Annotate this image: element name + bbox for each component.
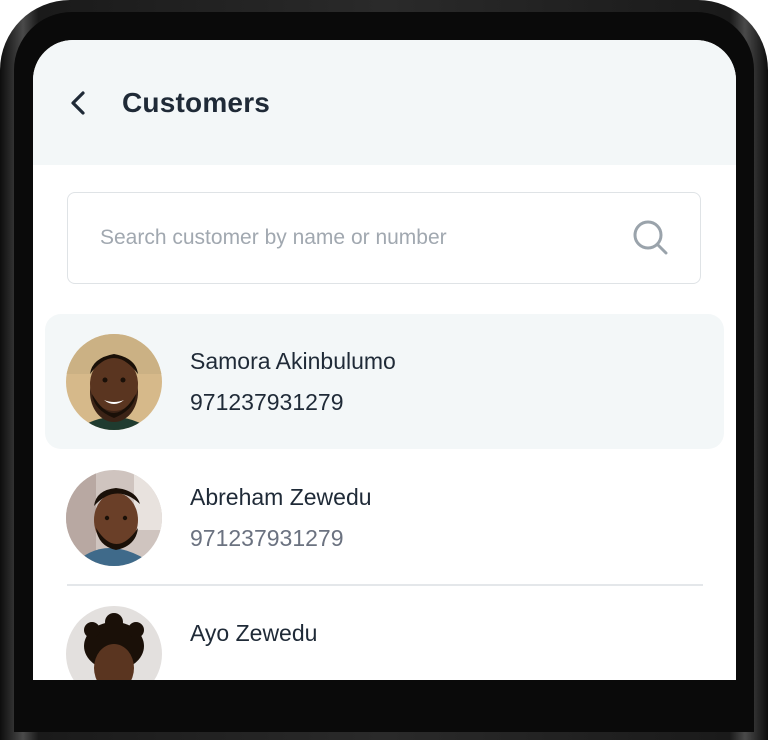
customer-row[interactable]: Samora Akinbulumo 971237931279 [45,314,724,449]
customer-phone: 971237931279 [190,389,344,415]
chevron-left-icon [71,91,85,115]
customer-row[interactable]: Ayo Zewedu [45,586,724,680]
customer-name: Abreham Zewedu [190,484,372,510]
app-screen: Customers Search customer by name or num… [33,40,736,680]
search-bar [67,192,701,284]
app-header: Customers [33,40,736,165]
customer-name: Ayo Zewedu [190,620,318,646]
avatar [66,606,162,680]
customer-name: Samora Akinbulumo [190,348,396,374]
avatar [66,334,162,430]
back-button[interactable] [61,86,95,120]
search-icon[interactable] [632,219,670,257]
page-title: Customers [122,87,271,118]
customer-row[interactable]: Abreham Zewedu 971237931279 [45,450,724,585]
customer-phone: 971237931279 [190,525,344,551]
search-input[interactable] [98,193,622,283]
avatar [66,470,162,566]
